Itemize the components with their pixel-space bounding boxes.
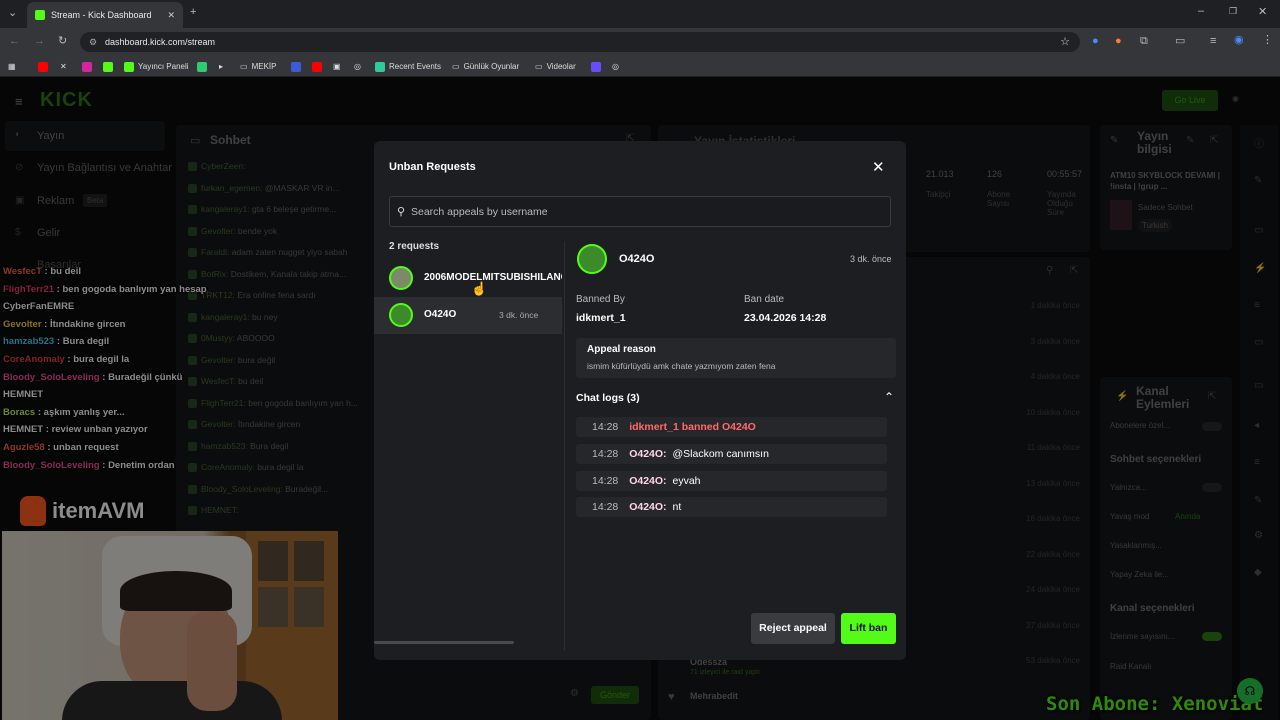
search-input[interactable]: ⚲ Search appeals by username <box>389 196 891 227</box>
sidebar-icon[interactable]: ▭ <box>1175 36 1185 47</box>
chat-logs-label: Chat logs (3) <box>576 392 640 404</box>
folder-icon: ▭ <box>452 62 460 71</box>
kick-favicon-icon <box>124 61 134 72</box>
tab-search-icon[interactable]: ⌄ <box>8 8 17 19</box>
horizontal-scrollbar[interactable] <box>374 641 514 644</box>
log-message: @Slackom canımsın <box>672 448 769 460</box>
request-time: 3 dk. önce <box>499 310 539 320</box>
chat-log-row: 14:28 O424O: @Slackom canımsın <box>576 444 887 464</box>
bookmark-icon[interactable]: ▣ <box>333 60 341 73</box>
tab-close-icon[interactable]: ✕ <box>167 10 175 21</box>
request-username: 2006MODELMITSUBISHILANCER <box>424 272 562 283</box>
search-icon: ⚲ <box>397 206 406 218</box>
chevron-up-icon: ⌃ <box>884 390 895 404</box>
address-bar[interactable]: ⚙ dashboard.kick.com/stream ☆ <box>80 32 1080 52</box>
youtube-bookmark-icon[interactable] <box>38 60 48 73</box>
ban-date-label: Ban date <box>744 294 785 305</box>
detail-time: 3 dk. önce <box>850 254 892 264</box>
site-info-icon[interactable]: ⚙ <box>89 32 97 52</box>
extension-icon[interactable]: ● <box>1115 36 1122 47</box>
request-username: O424O <box>424 309 457 320</box>
bookmark-icon[interactable]: ◎ <box>354 60 361 73</box>
browser-tab[interactable]: Stream - Kick Dashboard ✕ <box>27 2 183 28</box>
bookmark-star-icon[interactable]: ☆ <box>1060 32 1070 52</box>
appeal-reason-box: Appeal reason ismim küfürlüydü amk chate… <box>576 338 896 378</box>
bookmarks-bar: ▦ ✕ Yayıncı Paneli ▸ ▭ MEKİP ▣ ◎ Recent E… <box>0 56 1280 77</box>
kick-favicon-icon <box>35 10 45 20</box>
extension-icon[interactable]: ● <box>1092 36 1099 47</box>
mouse-cursor-icon: ☝ <box>471 281 488 296</box>
bookmark-videolar[interactable]: ▭ Videolar <box>535 60 576 73</box>
minimize-icon[interactable]: – <box>1198 6 1204 17</box>
bookmark-icon[interactable] <box>312 60 322 73</box>
instagram-bookmark-icon[interactable] <box>82 60 92 73</box>
avatar <box>389 303 413 327</box>
log-time: 14:28 <box>592 421 619 433</box>
apps-grid-icon[interactable]: ▦ <box>8 60 16 73</box>
bookmark-icon[interactable]: ◎ <box>612 60 619 73</box>
log-user: O424O: <box>629 501 667 513</box>
appeal-reason-text: ismim küfürlüydü amk chate yazmıyom zate… <box>587 361 776 371</box>
log-time: 14:28 <box>592 448 619 460</box>
x-bookmark-icon[interactable]: ✕ <box>60 60 67 73</box>
detail-username: O424O <box>619 253 655 265</box>
request-item-selected[interactable]: O424O 3 dk. önce <box>374 297 562 334</box>
restore-icon[interactable]: ❐ <box>1229 7 1237 16</box>
reload-icon[interactable]: ↻ <box>58 36 67 47</box>
request-item[interactable]: 2006MODELMITSUBISHILANCER <box>374 260 562 297</box>
tab-title: Stream - Kick Dashboard <box>51 10 152 20</box>
bookmark-icon[interactable] <box>291 60 301 73</box>
log-user: O424O: <box>629 448 667 460</box>
extensions-puzzle-icon[interactable]: ⧉ <box>1140 36 1148 47</box>
forward-icon[interactable]: → <box>34 36 45 47</box>
lift-ban-button[interactable]: Lift ban <box>841 613 896 644</box>
chat-log-row: 14:28 idkmert_1 banned O424O <box>576 417 887 437</box>
requests-count: 2 requests <box>389 241 440 252</box>
log-message: eyvah <box>672 475 701 487</box>
bookmark-yayinci-paneli[interactable]: Yayıncı Paneli <box>124 60 189 73</box>
kick-bookmark-icon[interactable] <box>103 60 113 73</box>
avatar <box>389 266 413 290</box>
avatar <box>577 244 607 274</box>
log-user: O424O: <box>629 475 667 487</box>
chat-log-row: 14:28 O424O: eyvah <box>576 471 887 491</box>
profile-avatar-icon[interactable]: ◉ <box>1234 35 1244 46</box>
chat-log-row: 14:28 O424O: nt <box>576 497 887 517</box>
reading-list-icon[interactable]: ≡ <box>1210 36 1216 47</box>
folder-icon: ▭ <box>240 62 248 71</box>
new-tab-icon[interactable]: + <box>190 7 196 18</box>
request-list: 2006MODELMITSUBISHILANCER O424O 3 dk. ön… <box>374 260 562 640</box>
unban-requests-modal: Unban Requests ✕ ⚲ Search appeals by use… <box>374 141 906 660</box>
banned-by-value: idkmert_1 <box>576 312 626 324</box>
bookmark-icon[interactable]: ▸ <box>219 60 223 73</box>
search-placeholder: Search appeals by username <box>411 206 548 218</box>
appeal-reason-label: Appeal reason <box>587 344 656 355</box>
url-text: dashboard.kick.com/stream <box>105 37 216 47</box>
back-icon[interactable]: ← <box>9 36 20 47</box>
ban-date-value: 23.04.2026 14:28 <box>744 312 827 324</box>
streamelements-icon <box>375 61 385 72</box>
folder-icon: ▭ <box>535 62 543 71</box>
close-icon[interactable]: ✕ <box>872 158 885 176</box>
log-time: 14:28 <box>592 475 619 487</box>
log-ban-message: idkmert_1 banned O424O <box>629 421 756 433</box>
divider <box>564 241 565 651</box>
log-message: nt <box>672 501 682 513</box>
reject-appeal-button[interactable]: Reject appeal <box>751 613 835 644</box>
window-close-icon[interactable]: ✕ <box>1258 7 1267 18</box>
chat-logs-toggle[interactable]: Chat logs (3) ⌃ <box>576 390 896 406</box>
bookmark-icon[interactable] <box>197 60 207 73</box>
bookmark-recent-events[interactable]: Recent Events <box>375 60 441 73</box>
banned-by-label: Banned By <box>576 294 625 305</box>
bookmark-mekip[interactable]: ▭ MEKİP <box>240 60 276 73</box>
bookmark-gunluk-oyunlar[interactable]: ▭ Günlük Oyunlar <box>452 60 519 73</box>
log-time: 14:28 <box>592 501 619 513</box>
modal-title: Unban Requests <box>389 161 476 173</box>
menu-kebab-icon[interactable]: ⋮ <box>1262 35 1273 46</box>
browser-tab-bar: ⌄ Stream - Kick Dashboard ✕ + – ❐ ✕ <box>0 0 1280 28</box>
bookmark-icon[interactable] <box>591 60 601 73</box>
